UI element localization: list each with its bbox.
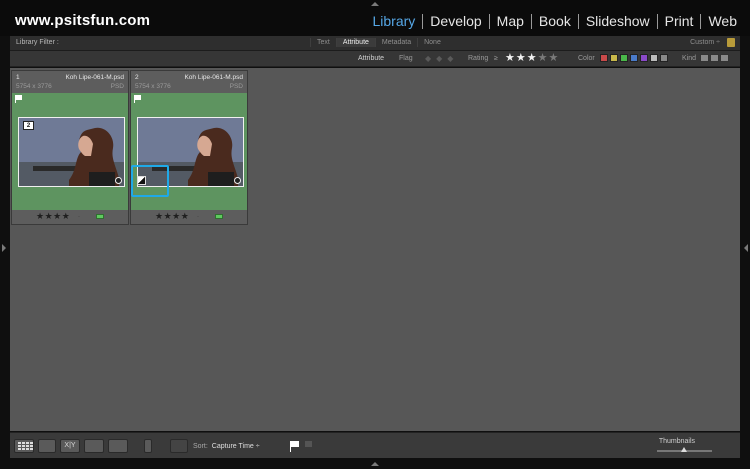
stack-count-badge[interactable]: 2 — [23, 121, 34, 130]
module-develop[interactable]: Develop — [423, 13, 488, 29]
grid-cell[interactable]: 1 Koh Lipe-061-M.psd 5754 x 3776 PSD 2 ★… — [11, 70, 129, 225]
flag-icon[interactable] — [15, 95, 22, 103]
cell-index: 2 — [135, 74, 139, 81]
loupe-view-button[interactable] — [38, 439, 56, 453]
cell-rating[interactable]: ★★★★ — [155, 211, 189, 222]
color-label-green[interactable] — [215, 214, 223, 219]
star-icon[interactable]: ★ — [538, 52, 549, 64]
photo-thumbnail[interactable]: 2 — [18, 117, 125, 187]
top-panel-toggle[interactable] — [371, 2, 379, 6]
flag-pick-button[interactable] — [290, 441, 300, 452]
kind-master-icon[interactable] — [700, 54, 709, 62]
module-library[interactable]: Library — [366, 13, 423, 29]
sort-label: Sort: — [193, 443, 208, 450]
rating-operator[interactable]: ≥ — [494, 55, 498, 62]
cell-dimensions: 5754 x 3776 — [135, 83, 171, 90]
compare-view-button[interactable]: X|Y — [60, 439, 80, 453]
color-swatch-custom[interactable] — [650, 54, 658, 62]
color-swatch-red[interactable] — [600, 54, 608, 62]
cell-index: 1 — [16, 74, 20, 81]
flag-filter-icons[interactable]: ◆◆◆ — [425, 54, 458, 63]
right-panel-toggle[interactable] — [744, 244, 748, 252]
module-map[interactable]: Map — [490, 13, 531, 29]
flag-label: Flag — [399, 55, 413, 62]
sort-value[interactable]: Capture Time ÷ — [212, 443, 260, 450]
star-icon[interactable]: ★ — [549, 52, 560, 64]
painter-icon[interactable] — [144, 439, 152, 453]
cell-rating-dot[interactable]: · — [197, 214, 199, 220]
thumbnail-grid: 1 Koh Lipe-061-M.psd 5754 x 3776 PSD 2 ★… — [10, 68, 740, 431]
star-icon[interactable]: ★ — [516, 52, 527, 64]
people-view-button[interactable] — [108, 439, 128, 453]
survey-view-button[interactable] — [84, 439, 104, 453]
slider-knob[interactable] — [681, 447, 687, 452]
color-swatch-purple[interactable] — [640, 54, 648, 62]
filter-preset-dropdown[interactable]: Custom ÷ — [690, 39, 720, 46]
attribute-filter-bar: Attribute Flag ◆◆◆ Rating ≥ ★★★★★ Color … — [10, 51, 740, 67]
cell-header: 1 Koh Lipe-061-M.psd 5754 x 3776 PSD — [12, 71, 128, 93]
lock-icon[interactable] — [727, 38, 735, 47]
cell-filename: Koh Lipe-061-M.psd — [184, 74, 243, 81]
bottom-toolbar: X|Y Sort: Capture Time ÷ Thumbnails — [10, 432, 740, 458]
star-icon[interactable]: ★ — [505, 52, 516, 64]
color-label-filters — [600, 54, 670, 62]
cell-header: 2 Koh Lipe-061-M.psd 5754 x 3776 PSD — [131, 71, 247, 93]
portrait-image — [19, 118, 124, 186]
bottom-panel-toggle[interactable] — [371, 462, 379, 466]
left-panel-toggle[interactable] — [2, 244, 6, 252]
filter-tab-text[interactable]: Text — [310, 38, 336, 47]
flag-reject-button[interactable] — [305, 441, 312, 447]
color-swatch-yellow[interactable] — [610, 54, 618, 62]
edit-badge-icon — [115, 177, 122, 184]
callout-highlight-box — [131, 165, 169, 197]
grid-cell[interactable]: 2 Koh Lipe-061-M.psd 5754 x 3776 PSD ★★★… — [130, 70, 248, 225]
module-web[interactable]: Web — [701, 13, 744, 29]
thumbnail-size-slider[interactable] — [657, 447, 712, 452]
kind-video-icon[interactable] — [720, 54, 729, 62]
cell-dimensions: 5754 x 3776 — [16, 83, 52, 90]
attribute-title: Attribute — [358, 55, 385, 62]
cell-filename: Koh Lipe-061-M.psd — [65, 74, 124, 81]
library-filter-label: Library Filter : — [16, 39, 59, 46]
cell-rating-dot[interactable]: · — [78, 214, 80, 220]
cell-footer: ★★★★ · — [131, 210, 247, 224]
identity-plate: www.psitsfun.com Library Develop Map Boo… — [0, 0, 750, 36]
grid-view-button[interactable] — [14, 439, 34, 453]
color-swatch-blue[interactable] — [630, 54, 638, 62]
color-label: Color — [578, 55, 595, 62]
thumbnails-label: Thumbnails — [658, 438, 695, 445]
kind-label: Kind — [682, 55, 697, 62]
module-slideshow[interactable]: Slideshow — [579, 13, 657, 29]
color-label-green[interactable] — [96, 214, 104, 219]
cell-filetype: PSD — [110, 83, 124, 90]
rating-label: Rating — [468, 55, 489, 62]
star-icon[interactable]: ★ — [527, 52, 538, 64]
library-filter-bar: Library Filter : Text Attribute Metadata… — [10, 36, 740, 51]
cell-rating[interactable]: ★★★★ — [36, 211, 70, 222]
module-book[interactable]: Book — [532, 13, 578, 29]
module-print[interactable]: Print — [658, 13, 701, 29]
grid-icon — [15, 440, 33, 452]
kind-virtual-copy-icon[interactable] — [710, 54, 719, 62]
kind-filters — [700, 54, 730, 62]
filter-tab-attribute[interactable]: Attribute — [335, 38, 375, 47]
flag-icon[interactable] — [134, 95, 141, 103]
cell-footer: ★★★★ · — [12, 210, 128, 224]
site-title: www.psitsfun.com — [15, 12, 151, 29]
sort-control[interactable]: Sort: Capture Time ÷ — [193, 443, 260, 450]
color-swatch-none[interactable] — [660, 54, 668, 62]
rating-filter-stars[interactable]: ★★★★★ — [505, 51, 559, 64]
cell-filetype: PSD — [229, 83, 243, 90]
filter-tab-none[interactable]: None — [417, 38, 447, 47]
filter-tabs: Text Attribute Metadata None — [310, 38, 447, 47]
filter-tab-metadata[interactable]: Metadata — [374, 38, 417, 47]
edit-badge-icon — [234, 177, 241, 184]
color-swatch-green[interactable] — [620, 54, 628, 62]
module-picker: Library Develop Map Book Slideshow Print… — [366, 13, 745, 29]
sort-direction-icon[interactable] — [170, 439, 188, 453]
